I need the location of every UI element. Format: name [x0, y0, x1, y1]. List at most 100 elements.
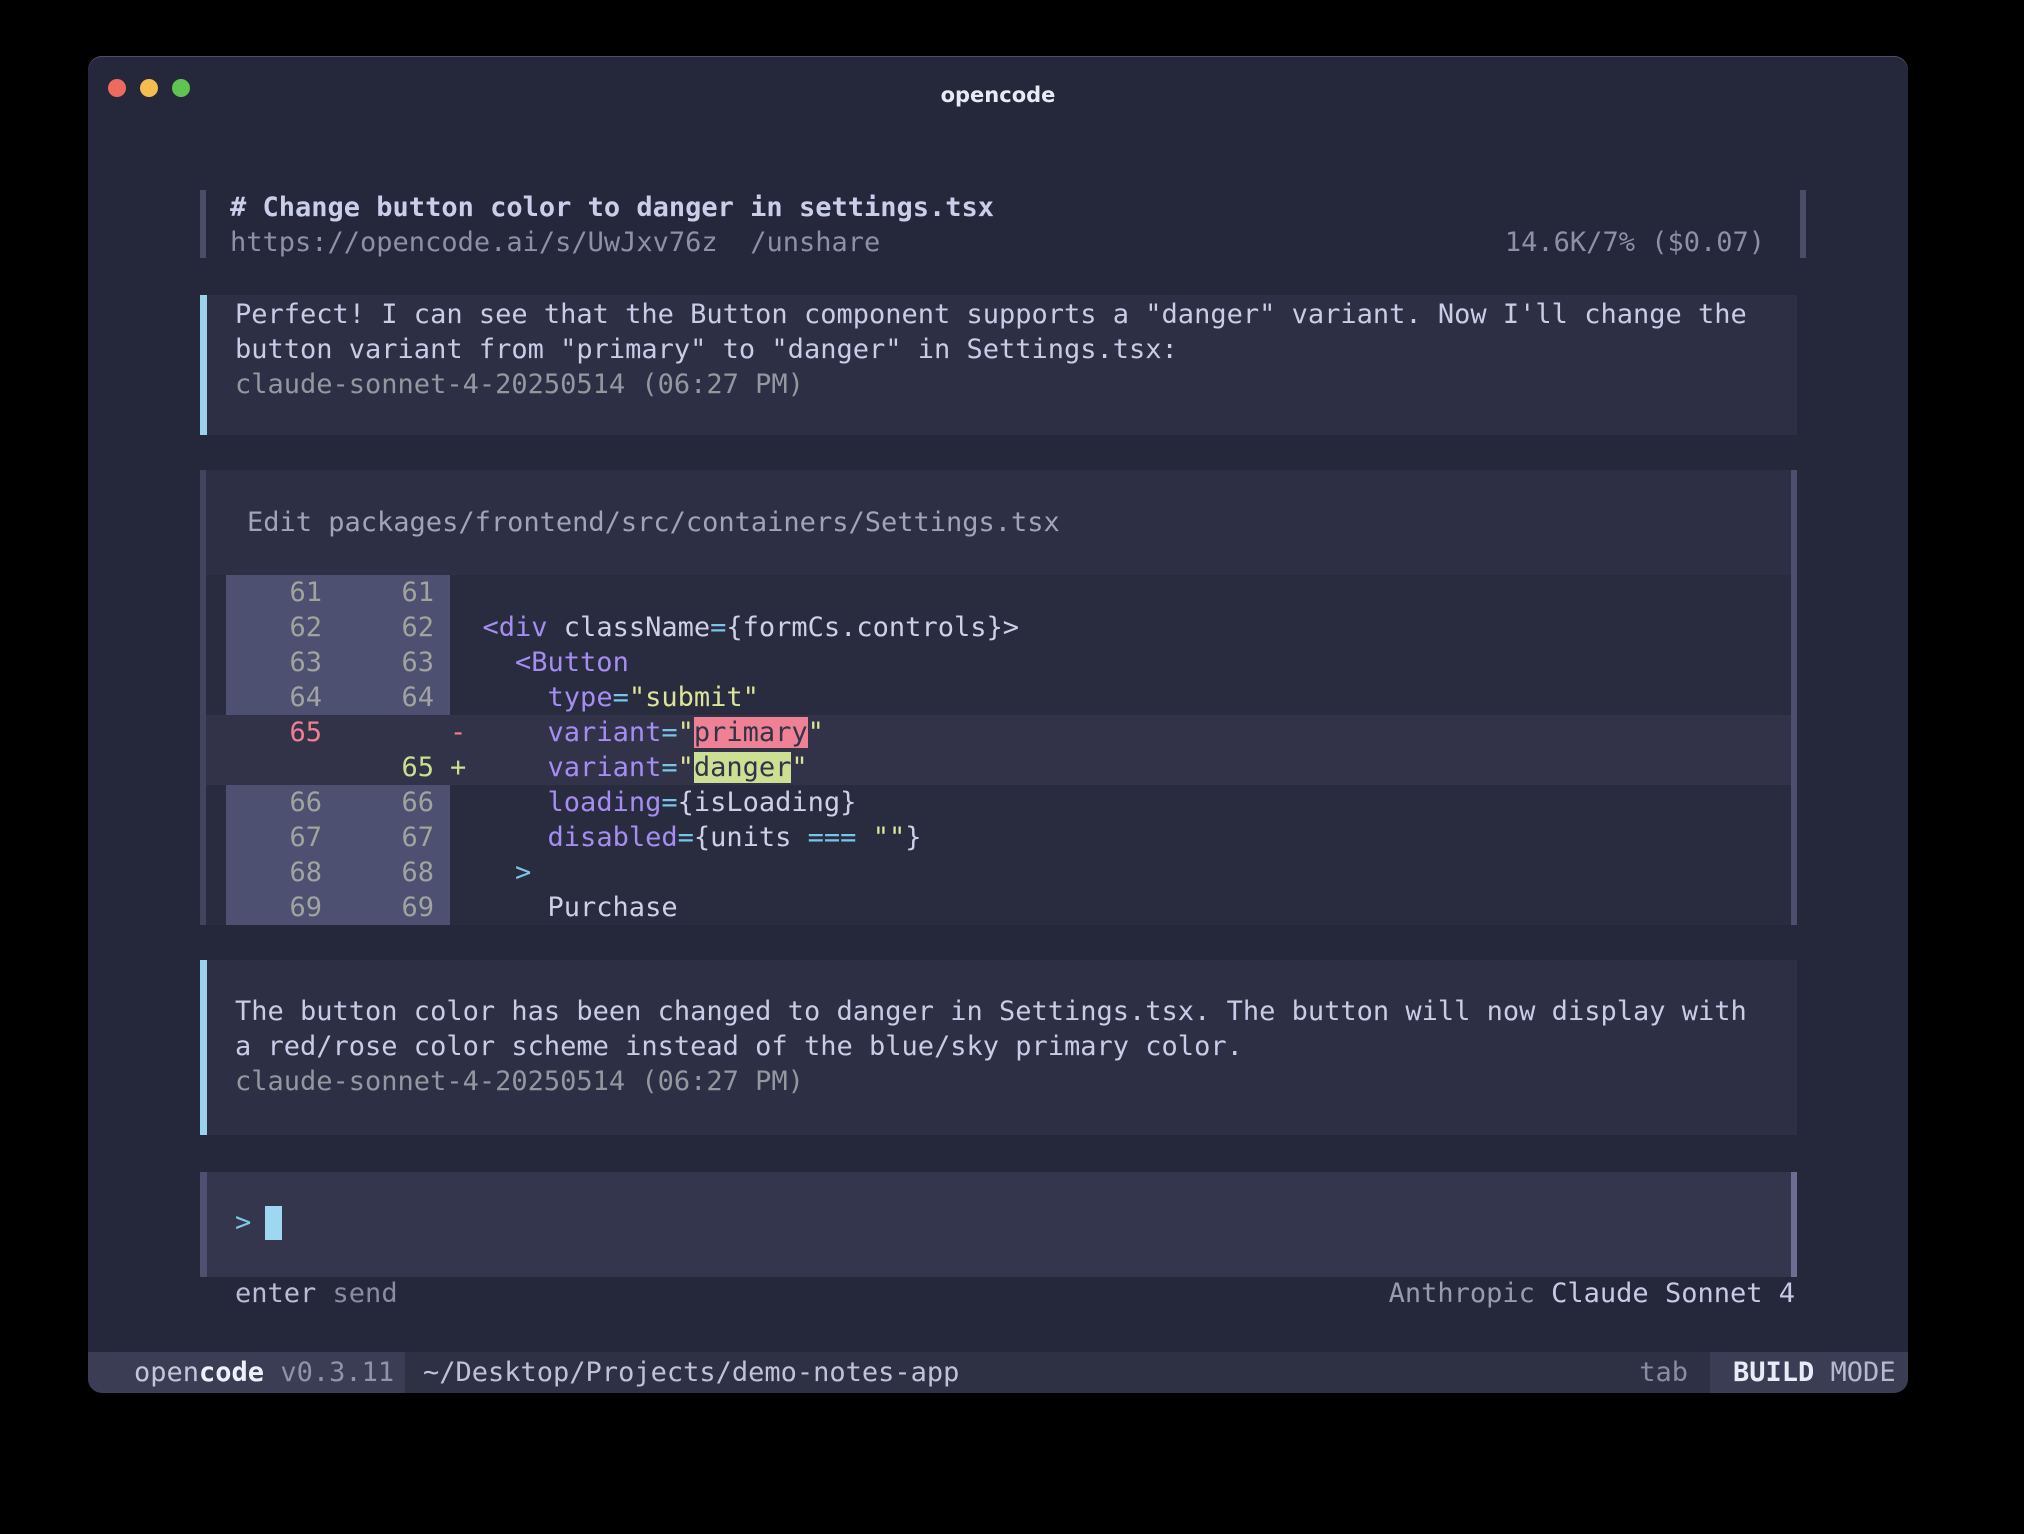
code-segment: variant	[548, 717, 662, 748]
unshare-command: /unshare	[750, 227, 880, 258]
code-segment	[466, 752, 547, 783]
edit-file-header: Edit packages/frontend/src/containers/Se…	[247, 505, 1060, 540]
code-segment: disabled	[548, 822, 678, 853]
edit-card-scrollbar	[1791, 470, 1797, 925]
edit-tool-card: Edit packages/frontend/src/containers/Se…	[200, 470, 1797, 925]
spacer	[264, 1357, 280, 1388]
line-number-old: 63	[226, 645, 338, 680]
diff-row: 6969 Purchase	[206, 890, 1791, 925]
code-line: Purchase	[450, 890, 678, 925]
code-segment: =	[710, 612, 726, 643]
code-segment: =	[661, 752, 677, 783]
code-segment	[466, 717, 547, 748]
diff-row: 6464 type="submit"	[206, 680, 1791, 715]
message-text: button variant from "primary" to "danger…	[235, 332, 1178, 367]
code-segment: }	[905, 822, 921, 853]
mode-suffix: MODE	[1831, 1357, 1896, 1388]
spacer	[316, 1278, 332, 1309]
code-segment: =	[661, 787, 677, 818]
code-segment: Purchase	[450, 892, 678, 923]
code-segment: "	[678, 752, 694, 783]
line-number-new: 65	[338, 750, 450, 785]
assistant-message-1: Perfect! I can see that the Button compo…	[200, 295, 1797, 435]
diff-row: 6161	[206, 575, 1791, 610]
code-segment: type	[548, 682, 613, 713]
model-indicator: Anthropic Claude Sonnet 4	[1389, 1276, 1795, 1311]
code-segment: =	[613, 682, 629, 713]
message-text: Perfect! I can see that the Button compo…	[235, 297, 1747, 332]
code-line: + variant="danger"	[450, 750, 808, 785]
code-segment: variant	[548, 752, 662, 783]
code-segment: className	[548, 612, 711, 643]
code-segment	[450, 822, 548, 853]
model-name: Claude Sonnet 4	[1551, 1278, 1795, 1309]
line-number-new: 67	[338, 820, 450, 855]
line-number-new	[338, 715, 450, 750]
tab-key-hint: tab	[1639, 1352, 1688, 1393]
spacer	[1814, 1357, 1830, 1388]
code-segment	[450, 647, 515, 678]
code-segment: loading	[548, 787, 662, 818]
code-line: >	[450, 855, 531, 890]
code-segment: "	[791, 752, 807, 783]
code-segment: {units	[694, 822, 808, 853]
send-hint: enter send	[235, 1276, 398, 1311]
hint-label: send	[333, 1278, 398, 1309]
code-segment: {isLoading}	[678, 787, 857, 818]
app-name-open: open	[134, 1357, 199, 1388]
line-number-new: 61	[338, 575, 450, 610]
code-line: disabled={units === ""}	[450, 820, 921, 855]
input-scrollbar	[1791, 1172, 1797, 1277]
code-segment: "	[678, 717, 694, 748]
mode-indicator: BUILD MODE	[1733, 1352, 1896, 1393]
diff-rows: 61616262 <div className={formCs.controls…	[206, 575, 1791, 925]
session-title: # Change button color to danger in setti…	[230, 190, 994, 225]
prompt-input[interactable]: >	[200, 1172, 1797, 1277]
code-segment: ""	[873, 822, 906, 853]
code-segment: <Button	[515, 647, 629, 678]
app-name-code: code	[199, 1357, 264, 1388]
diff-row: 6666 loading={isLoading}	[206, 785, 1791, 820]
code-line: type="submit"	[450, 680, 759, 715]
prompt-chevron-icon: >	[235, 1205, 251, 1240]
line-number-new: 62	[338, 610, 450, 645]
diff-row: 6767 disabled={units === ""}	[206, 820, 1791, 855]
code-line: - variant="primary"	[450, 715, 824, 750]
diff-row: 6363 <Button	[206, 645, 1791, 680]
line-number-new: 68	[338, 855, 450, 890]
diff-row: 6262 <div className={formCs.controls}>	[206, 610, 1791, 645]
mode-segment[interactable]: BUILD MODE	[1710, 1352, 1908, 1393]
line-number-old: 61	[226, 575, 338, 610]
model-timestamp: claude-sonnet-4-20250514 (06:27 PM)	[235, 367, 804, 402]
code-segment: +	[450, 752, 466, 783]
line-number-old: 65	[226, 715, 338, 750]
code-line: loading={isLoading}	[450, 785, 856, 820]
session-header-border-left	[200, 190, 206, 258]
code-line: <div className={formCs.controls}>	[450, 610, 1019, 645]
spacer	[1535, 1278, 1551, 1309]
code-segment: -	[450, 717, 466, 748]
spacer	[718, 227, 751, 258]
line-number-old: 69	[226, 890, 338, 925]
session-header-border-right	[1800, 190, 1806, 258]
prompt-row: >	[235, 1205, 282, 1240]
mode-name: BUILD	[1733, 1357, 1814, 1388]
code-segment	[856, 822, 872, 853]
line-number-new: 66	[338, 785, 450, 820]
model-timestamp: claude-sonnet-4-20250514 (06:27 PM)	[235, 1064, 804, 1099]
session-subtitle: https://opencode.ai/s/UwJxv76z /unshare	[230, 225, 880, 260]
code-segment	[450, 857, 515, 888]
diff-row: 65 - variant="primary"	[206, 715, 1791, 750]
line-number-old: 66	[226, 785, 338, 820]
status-bar: opencode v0.3.11 ~/Desktop/Projects/demo…	[88, 1352, 1908, 1393]
provider-name: Anthropic	[1389, 1278, 1535, 1309]
line-number-new: 69	[338, 890, 450, 925]
message-text: a red/rose color scheme instead of the b…	[235, 1029, 1243, 1064]
line-number-old: 62	[226, 610, 338, 645]
code-segment: primary	[694, 717, 808, 748]
token-usage: 14.6K/7% ($0.07)	[1505, 225, 1765, 260]
code-segment: <div	[483, 612, 548, 643]
diff-row: 6868 >	[206, 855, 1791, 890]
titlebar: opencode	[88, 56, 1908, 112]
message-text: The button color has been changed to dan…	[235, 994, 1747, 1029]
